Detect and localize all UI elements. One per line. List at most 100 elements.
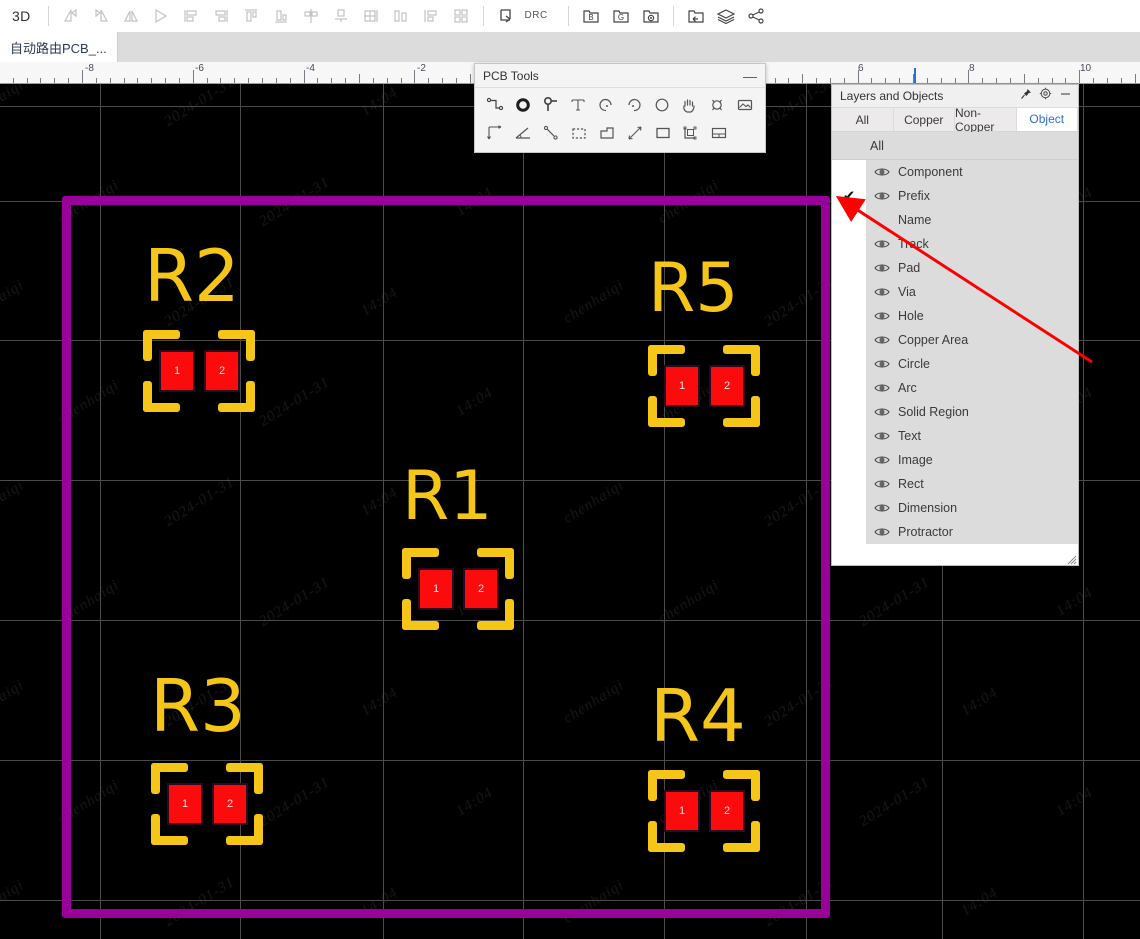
layers-object-row[interactable]: Track <box>832 232 1078 256</box>
layers-row-checkbox[interactable] <box>832 280 866 304</box>
flip-vertical-icon[interactable] <box>86 3 116 29</box>
layers-tab-copper[interactable]: Copper <box>893 108 955 131</box>
pcb-tools-header[interactable]: PCB Tools — <box>475 64 765 88</box>
drc-label[interactable]: DRC <box>525 10 548 21</box>
layers-object-row[interactable]: Image <box>832 448 1078 472</box>
align-right-icon[interactable] <box>206 3 236 29</box>
layers-row-checkbox[interactable] <box>832 448 866 472</box>
layers-panel-body[interactable]: All Component ✔ Prefix Name Track Pad Via Hole C… <box>832 132 1078 565</box>
layers-object-row[interactable]: Arc <box>832 376 1078 400</box>
layers-row-checkbox[interactable] <box>832 400 866 424</box>
share-icon[interactable] <box>741 3 771 29</box>
component-designator[interactable]: R4 <box>650 680 746 752</box>
layers-row-checkbox[interactable] <box>832 232 866 256</box>
eye-visibility-icon[interactable] <box>866 430 898 442</box>
align-top-icon[interactable] <box>236 3 266 29</box>
eye-visibility-icon[interactable] <box>866 190 898 202</box>
eye-visibility-icon[interactable] <box>866 502 898 514</box>
board-target-icon[interactable] <box>636 3 666 29</box>
rotate-icon[interactable] <box>146 3 176 29</box>
layers-object-row[interactable]: Text <box>832 424 1078 448</box>
layers-object-row[interactable]: Name <box>832 208 1078 232</box>
gear-icon[interactable] <box>1039 87 1052 105</box>
mirror-icon[interactable] <box>116 3 146 29</box>
solid-region-icon[interactable] <box>677 119 705 147</box>
eye-visibility-icon[interactable] <box>866 478 898 490</box>
component-designator[interactable]: R1 <box>402 463 493 531</box>
align-center-horizontal-icon[interactable] <box>326 3 356 29</box>
layers-object-list[interactable]: Component ✔ Prefix Name Track Pad Via Hole Coppe… <box>832 160 1078 544</box>
arc-cw-icon[interactable] <box>620 91 648 119</box>
component-pad[interactable]: 2 <box>709 365 745 407</box>
layers-object-row[interactable]: ✔ Prefix <box>832 184 1078 208</box>
board-b-icon[interactable]: B <box>576 3 606 29</box>
component-designator[interactable]: R2 <box>144 240 240 312</box>
undo-folder-icon[interactable] <box>681 3 711 29</box>
eye-visibility-icon[interactable] <box>866 526 898 538</box>
component-designator[interactable]: R3 <box>150 670 246 742</box>
align-center-vertical-icon[interactable] <box>296 3 326 29</box>
layers-object-row[interactable]: Solid Region <box>832 400 1078 424</box>
minimize-icon[interactable] <box>1059 87 1072 105</box>
component-pad[interactable]: 2 <box>463 568 499 610</box>
select-region-icon[interactable] <box>565 119 593 147</box>
layers-row-checkbox[interactable] <box>832 424 866 448</box>
board-outline-icon[interactable] <box>705 119 733 147</box>
layers-object-row[interactable]: Pad <box>832 256 1078 280</box>
flip-horizontal-icon[interactable] <box>56 3 86 29</box>
rect-icon[interactable] <box>649 119 677 147</box>
pin-icon[interactable] <box>1020 87 1032 105</box>
layers-tab-non-copper[interactable]: Non-Copper <box>955 106 1017 134</box>
layers-stack-icon[interactable] <box>711 3 741 29</box>
dimension-icon[interactable] <box>481 119 509 147</box>
align-bottom-icon[interactable] <box>266 3 296 29</box>
eye-visibility-icon[interactable] <box>866 238 898 250</box>
layers-and-objects-panel[interactable]: Layers and Objects All Copper Non-Copper Ob… <box>831 84 1079 566</box>
layers-row-checkbox[interactable] <box>832 352 866 376</box>
distribute-horizontal-icon[interactable] <box>386 3 416 29</box>
minimize-icon[interactable]: — <box>743 69 757 83</box>
component-pad[interactable]: 2 <box>204 350 240 392</box>
layers-row-checkbox[interactable] <box>832 208 866 232</box>
layers-row-checkbox[interactable] <box>832 376 866 400</box>
layers-row-checkbox[interactable] <box>832 472 866 496</box>
copper-area-icon[interactable] <box>593 119 621 147</box>
layers-object-row[interactable]: Component <box>832 160 1078 184</box>
polyline-icon[interactable] <box>537 119 565 147</box>
layers-row-checkbox[interactable] <box>832 328 866 352</box>
hole-icon[interactable] <box>703 91 731 119</box>
component-pad[interactable]: 1 <box>159 350 195 392</box>
view-3d-button[interactable]: 3D <box>12 8 31 24</box>
layers-object-row[interactable]: Dimension <box>832 496 1078 520</box>
eye-visibility-icon[interactable] <box>866 382 898 394</box>
layers-object-row[interactable]: Circle <box>832 352 1078 376</box>
component-pad[interactable]: 1 <box>664 790 700 832</box>
eye-visibility-icon[interactable] <box>866 358 898 370</box>
align-left-icon[interactable] <box>176 3 206 29</box>
pcb-tools-panel[interactable]: PCB Tools — <box>474 63 766 153</box>
arc-ccw-icon[interactable] <box>592 91 620 119</box>
layers-row-checkbox[interactable]: ✔ <box>832 184 866 208</box>
layers-row-checkbox[interactable] <box>832 520 866 544</box>
eye-visibility-icon[interactable] <box>866 262 898 274</box>
protractor-icon[interactable] <box>509 119 537 147</box>
component-pad[interactable]: 1 <box>418 568 454 610</box>
eye-visibility-icon[interactable] <box>866 334 898 346</box>
layers-panel-tabs[interactable]: All Copper Non-Copper Object <box>832 106 1078 134</box>
component-pad[interactable]: 2 <box>709 790 745 832</box>
track-icon[interactable] <box>481 91 509 119</box>
layers-row-checkbox[interactable] <box>832 496 866 520</box>
layers-object-row[interactable]: Hole <box>832 304 1078 328</box>
pad-icon[interactable] <box>509 91 537 119</box>
component-pad[interactable]: 2 <box>212 783 248 825</box>
layers-row-checkbox[interactable] <box>832 256 866 280</box>
layers-tab-all[interactable]: All <box>832 108 894 131</box>
measure-icon[interactable] <box>621 119 649 147</box>
resize-handle-icon[interactable] <box>1065 552 1077 565</box>
distribute-grid-icon[interactable] <box>356 3 386 29</box>
layers-row-all[interactable]: All <box>832 132 1078 160</box>
layers-tab-object[interactable]: Object <box>1016 108 1078 131</box>
layers-object-row[interactable]: Protractor <box>832 520 1078 544</box>
circle-icon[interactable] <box>648 91 676 119</box>
via-icon[interactable] <box>537 91 565 119</box>
